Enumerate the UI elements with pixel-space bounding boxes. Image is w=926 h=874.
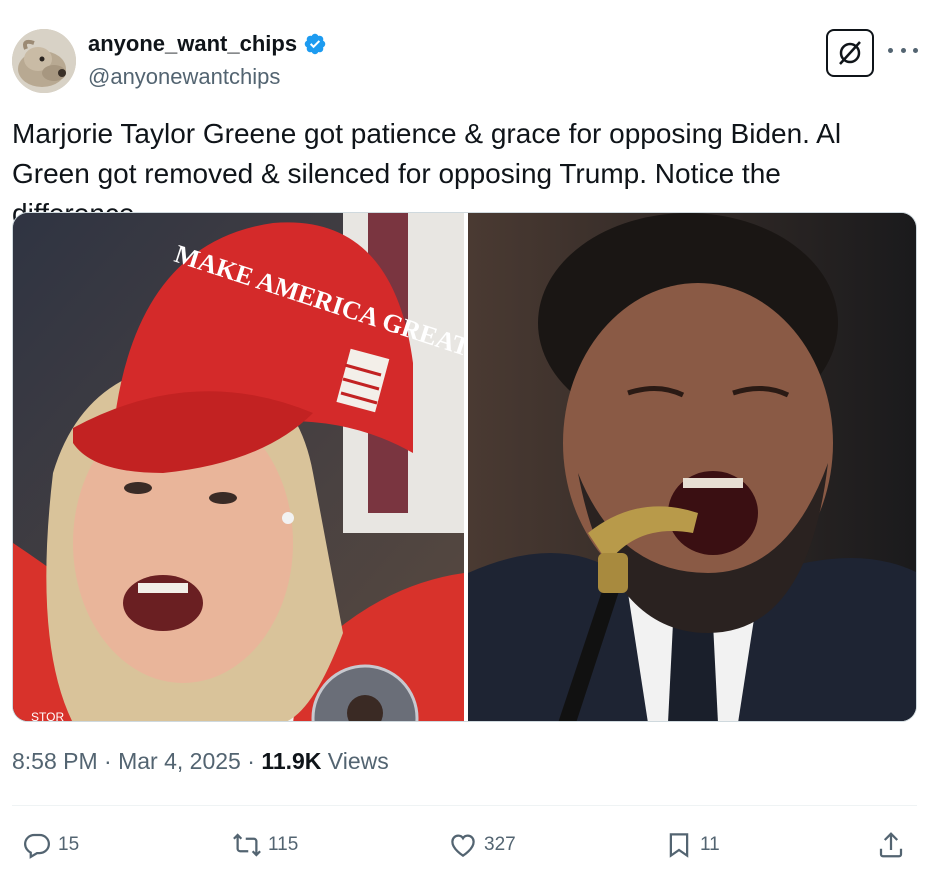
tweet-meta: 8:58 PM · Mar 4, 2025 · 11.9K Views — [12, 748, 389, 775]
share-icon — [879, 832, 903, 858]
bookmark-button[interactable]: 11 — [664, 822, 720, 868]
views-count[interactable]: 11.9K — [261, 748, 321, 775]
heart-icon — [451, 834, 475, 857]
author-handle[interactable]: @anyonewantchips — [88, 64, 280, 90]
photo-man-cane — [468, 213, 916, 721]
meta-separator: · — [240, 748, 262, 774]
like-button[interactable]: 327 — [448, 822, 516, 868]
views-label: Views — [321, 748, 389, 774]
meta-separator: · — [97, 748, 119, 774]
tweet-card: anyone_want_chips @anyonewantchips Marjo… — [0, 0, 926, 874]
more-options-button[interactable] — [888, 40, 918, 60]
more-dot-icon — [900, 47, 906, 53]
reply-icon — [23, 833, 51, 859]
repost-icon — [233, 833, 261, 857]
more-dot-icon — [913, 47, 918, 53]
tweet-date[interactable]: Mar 4, 2025 — [118, 748, 241, 775]
bookmark-icon — [669, 833, 689, 858]
repost-button[interactable]: 115 — [232, 822, 298, 868]
action-bar: 15 115 327 11 — [0, 822, 926, 868]
avatar[interactable] — [12, 29, 76, 93]
reply-count: 15 — [58, 834, 80, 855]
tweet-image-left[interactable]: MAKE AMERICA GREAT AGAIN STOR — [13, 213, 464, 722]
grok-icon — [839, 41, 861, 65]
like-count: 327 — [484, 834, 516, 855]
grok-button[interactable] — [826, 29, 874, 77]
tweet-image-right[interactable] — [468, 213, 916, 721]
tweet-time[interactable]: 8:58 PM — [12, 748, 98, 775]
corner-text: STOR — [31, 710, 64, 722]
bookmark-count: 11 — [700, 834, 720, 855]
reply-button[interactable]: 15 — [22, 822, 79, 868]
author-name-row: anyone_want_chips — [88, 31, 327, 57]
tweet-media[interactable]: MAKE AMERICA GREAT AGAIN STOR — [12, 212, 917, 722]
verified-badge-icon[interactable] — [303, 32, 327, 56]
dog-avatar-icon — [12, 29, 76, 93]
display-name[interactable]: anyone_want_chips — [88, 31, 297, 57]
repost-count: 115 — [268, 834, 299, 855]
photo-woman-maga-hat: MAKE AMERICA GREAT AGAIN STOR — [13, 213, 464, 722]
share-button[interactable] — [876, 822, 906, 868]
divider — [12, 805, 917, 806]
more-dot-icon — [888, 47, 893, 53]
